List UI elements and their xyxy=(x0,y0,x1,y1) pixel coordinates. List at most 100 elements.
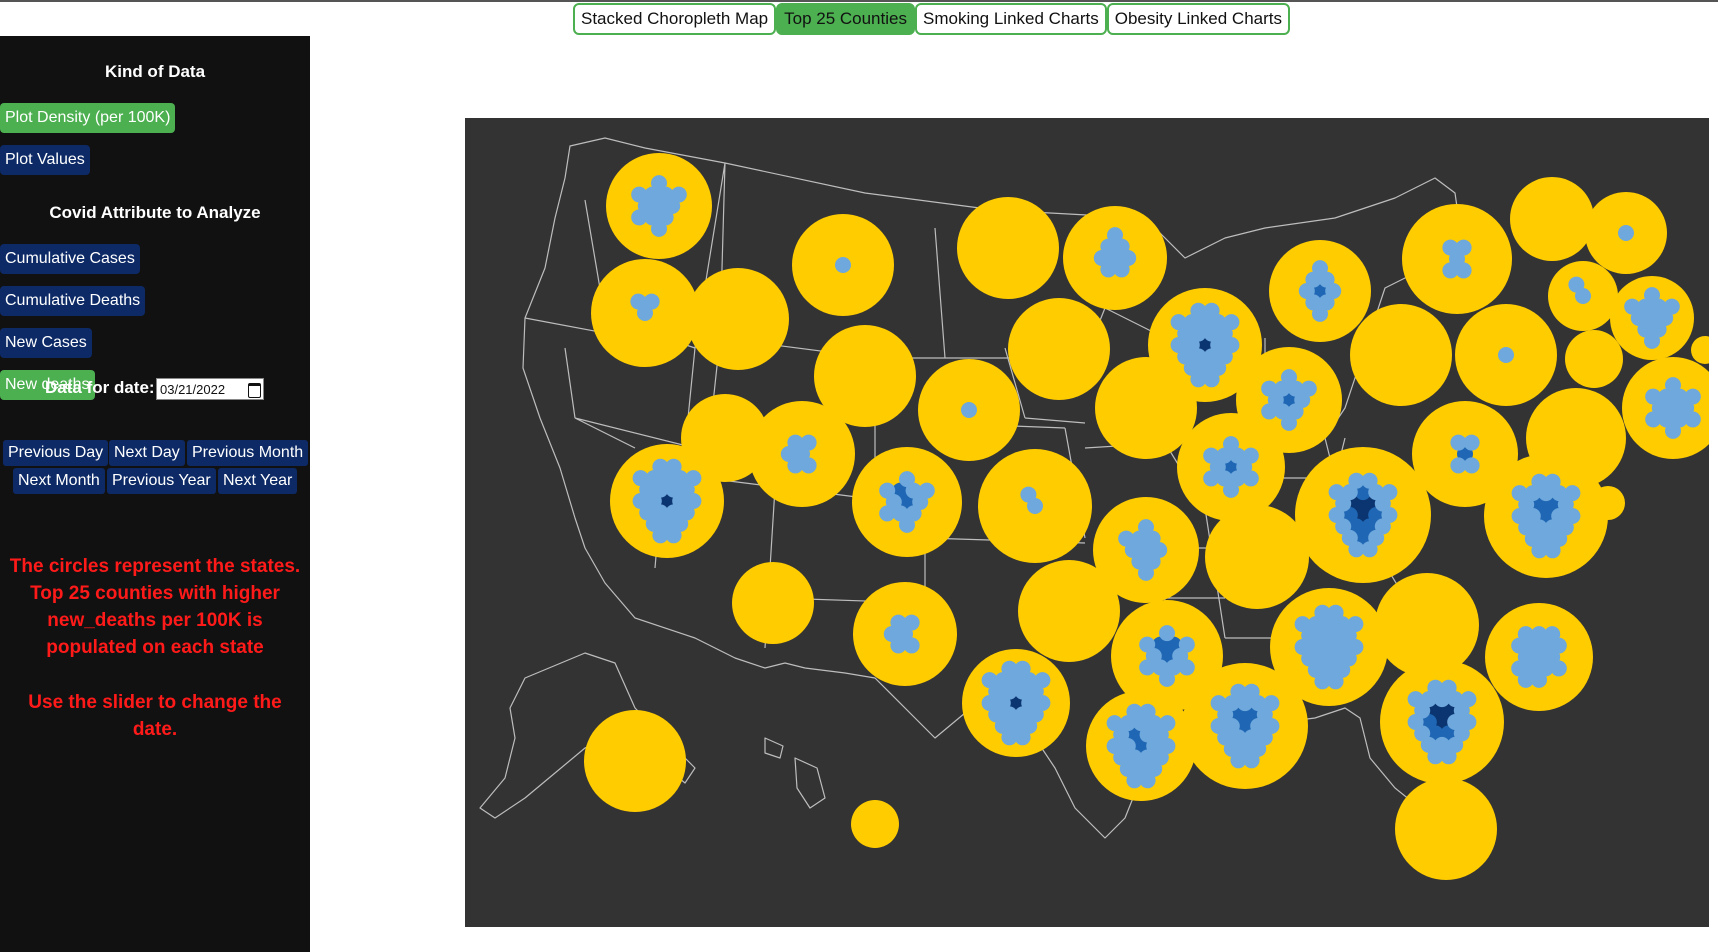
county-circle[interactable] xyxy=(1624,298,1641,315)
county-circle[interactable] xyxy=(1093,250,1110,266)
county-circle[interactable] xyxy=(1242,447,1259,464)
state-circle[interactable] xyxy=(851,800,899,848)
previous-year-button[interactable]: Previous Year xyxy=(107,468,216,494)
county-circle[interactable] xyxy=(1261,403,1278,420)
county-circle[interactable] xyxy=(1223,481,1239,498)
county-circle[interactable] xyxy=(899,516,915,533)
state-circle[interactable] xyxy=(1095,357,1197,459)
county-circle[interactable] xyxy=(1014,660,1031,677)
county-circle[interactable] xyxy=(1263,718,1280,734)
county-circle[interactable] xyxy=(1517,626,1534,643)
state-circle[interactable] xyxy=(1395,778,1497,880)
county-circle[interactable] xyxy=(1139,772,1156,789)
state-circle[interactable] xyxy=(1205,505,1309,609)
county-circle[interactable] xyxy=(899,471,915,488)
county-circle[interactable] xyxy=(981,672,998,689)
previous-day-button[interactable]: Previous Day xyxy=(3,440,109,466)
county-circle[interactable] xyxy=(1684,388,1701,405)
county-circle[interactable] xyxy=(1159,715,1176,732)
county-circle[interactable] xyxy=(670,186,687,203)
county-circle[interactable] xyxy=(1034,695,1051,711)
county-circle[interactable] xyxy=(1203,371,1220,388)
county-circle[interactable] xyxy=(1159,670,1175,687)
county-circle[interactable] xyxy=(1568,276,1585,293)
county-circle[interactable] xyxy=(1347,616,1364,633)
state-circle[interactable] xyxy=(1591,486,1625,520)
county-circle[interactable] xyxy=(651,175,667,192)
county-circle[interactable] xyxy=(1665,377,1681,394)
county-circle[interactable] xyxy=(1645,388,1662,405)
county-circle[interactable] xyxy=(1544,542,1561,559)
county-circle[interactable] xyxy=(1618,225,1634,241)
county-circle[interactable] xyxy=(1644,287,1660,304)
state-circle[interactable] xyxy=(1350,304,1452,406)
county-circle[interactable] xyxy=(1328,484,1345,501)
county-circle[interactable] xyxy=(1014,729,1031,746)
tab-smoking-linked-charts[interactable]: Smoking Linked Charts xyxy=(914,3,1107,35)
county-circle[interactable] xyxy=(1159,625,1175,642)
county-circle[interactable] xyxy=(1460,691,1477,708)
county-circle[interactable] xyxy=(685,470,702,487)
county-circle[interactable] xyxy=(1498,347,1514,363)
state-circle[interactable] xyxy=(1565,330,1623,388)
county-circle[interactable] xyxy=(665,458,682,475)
county-circle[interactable] xyxy=(1034,672,1051,689)
county-circle[interactable] xyxy=(1312,305,1328,322)
county-circle[interactable] xyxy=(651,220,667,237)
county-circle[interactable] xyxy=(632,470,649,487)
county-circle[interactable] xyxy=(1298,283,1315,299)
county-circle[interactable] xyxy=(1684,411,1701,428)
county-circle[interactable] xyxy=(1120,250,1137,266)
county-circle[interactable] xyxy=(1159,738,1176,754)
county-circle[interactable] xyxy=(1347,639,1364,655)
tab-stacked-choropleth-map[interactable]: Stacked Choropleth Map xyxy=(573,3,777,35)
county-circle[interactable] xyxy=(632,493,649,509)
county-circle[interactable] xyxy=(1281,414,1297,431)
county-circle[interactable] xyxy=(1263,695,1280,712)
plot-values-button[interactable]: Plot Values xyxy=(0,145,90,175)
county-circle[interactable] xyxy=(1281,369,1297,386)
county-circle[interactable] xyxy=(961,402,977,418)
new-cases-button[interactable]: New Cases xyxy=(0,328,92,358)
county-circle[interactable] xyxy=(1361,472,1378,489)
next-day-button[interactable]: Next Day xyxy=(109,440,185,466)
county-circle[interactable] xyxy=(665,527,682,544)
plot-density-button[interactable]: Plot Density (per 100K) xyxy=(0,103,176,133)
state-circle[interactable] xyxy=(732,562,814,644)
state-circle[interactable] xyxy=(584,710,686,812)
county-circle[interactable] xyxy=(1106,738,1123,754)
county-circle[interactable] xyxy=(1312,260,1328,277)
county-circle[interactable] xyxy=(1178,636,1195,653)
county-circle[interactable] xyxy=(1107,227,1123,244)
county-circle[interactable] xyxy=(1210,718,1227,734)
county-circle[interactable] xyxy=(1020,486,1037,503)
tab-top-25-counties[interactable]: Top 25 Counties xyxy=(776,3,915,35)
state-circle[interactable] xyxy=(1375,573,1479,677)
county-circle[interactable] xyxy=(1300,380,1317,397)
county-circle[interactable] xyxy=(1665,422,1681,439)
county-circle[interactable] xyxy=(1328,507,1345,523)
county-circle[interactable] xyxy=(1139,703,1156,720)
state-circle[interactable] xyxy=(1018,560,1120,662)
county-circle[interactable] xyxy=(1644,332,1660,349)
previous-month-button[interactable]: Previous Month xyxy=(187,440,309,466)
county-circle[interactable] xyxy=(1407,714,1424,730)
county-circle[interactable] xyxy=(1261,380,1278,397)
calendar-icon[interactable] xyxy=(248,383,261,398)
county-circle[interactable] xyxy=(1223,337,1240,353)
county-circle[interactable] xyxy=(1203,470,1220,487)
county-circle[interactable] xyxy=(1223,436,1239,453)
county-circle[interactable] xyxy=(981,695,998,711)
tab-obesity-linked-charts[interactable]: Obesity Linked Charts xyxy=(1106,3,1290,35)
county-circle[interactable] xyxy=(1455,239,1472,256)
county-circle[interactable] xyxy=(1138,519,1154,536)
next-year-button[interactable]: Next Year xyxy=(218,468,298,494)
county-circle[interactable] xyxy=(903,637,920,654)
county-circle[interactable] xyxy=(1327,604,1344,621)
county-circle[interactable] xyxy=(1564,485,1581,502)
county-circle[interactable] xyxy=(1463,457,1480,474)
county-circle[interactable] xyxy=(1243,683,1260,700)
state-circle[interactable] xyxy=(957,197,1059,299)
county-circle[interactable] xyxy=(1544,473,1561,490)
county-circle[interactable] xyxy=(800,434,817,451)
